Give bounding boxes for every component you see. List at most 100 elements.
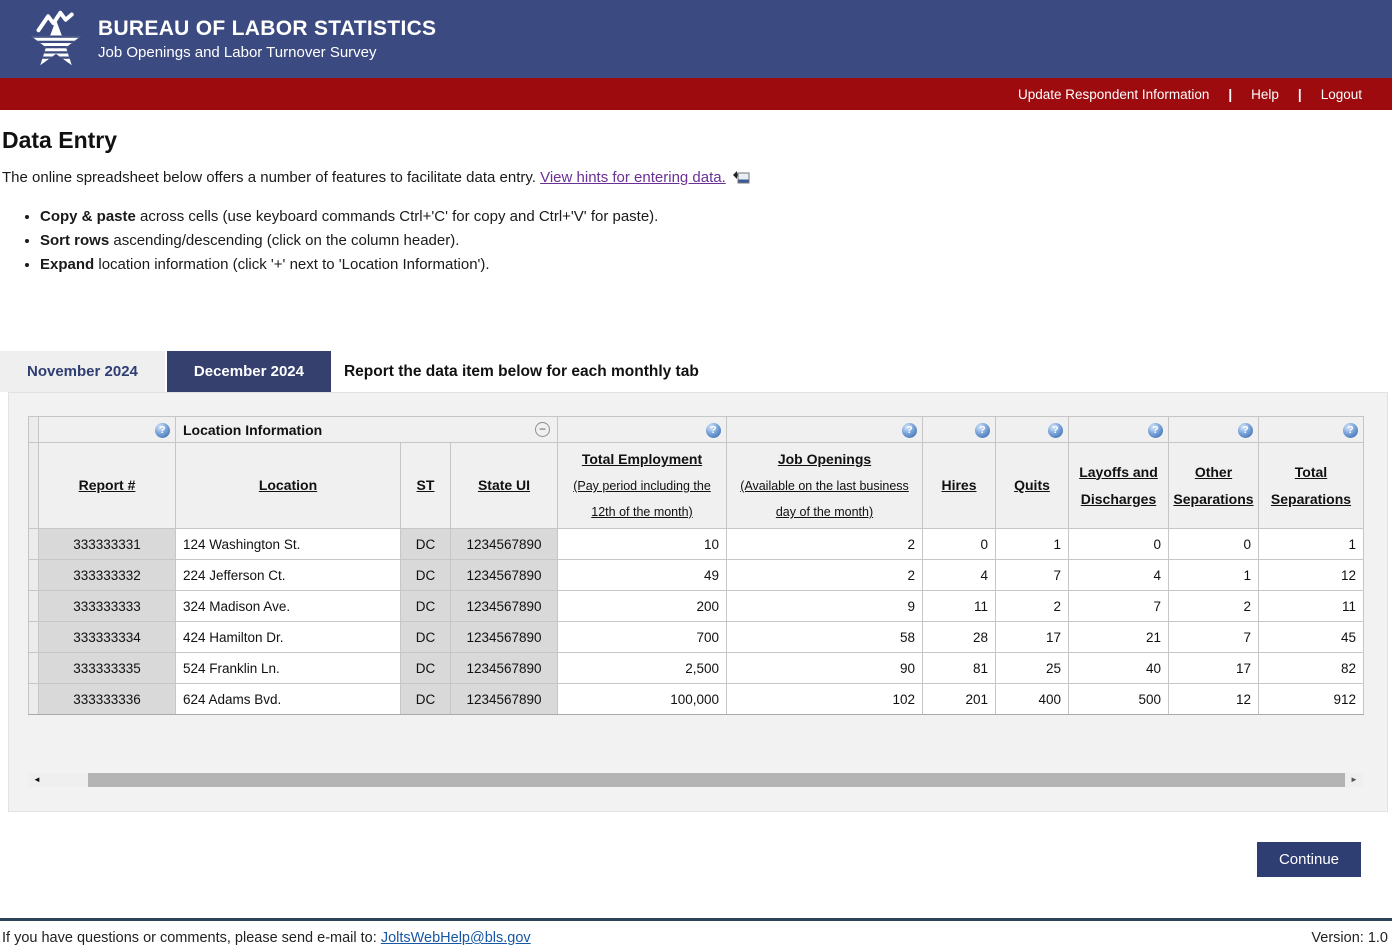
sort-st[interactable]: ST — [417, 477, 435, 493]
feature-sort-rows: Sort rows ascending/descending (click on… — [40, 231, 1392, 250]
jolts-webhelp-email-link[interactable]: JoltsWebHelp@bls.gov — [381, 930, 531, 946]
sort-layoffs-discharges[interactable]: Layoffs and Discharges — [1079, 464, 1158, 507]
column-header-st: ST — [401, 443, 451, 529]
hires-cell[interactable]: 0 — [923, 529, 996, 560]
tab-november-2024[interactable]: November 2024 — [0, 351, 165, 392]
total-employment-cell[interactable]: 49 — [558, 560, 727, 591]
job-openings-cell[interactable]: 102 — [727, 684, 923, 715]
quits-cell[interactable]: 17 — [996, 622, 1069, 653]
quits-cell[interactable]: 25 — [996, 653, 1069, 684]
new-window-icon — [732, 170, 750, 184]
nav-divider: | — [1228, 87, 1232, 102]
other-separations-cell[interactable]: 1 — [1169, 560, 1259, 591]
help-icon[interactable]: ? — [155, 423, 170, 438]
total-employment-cell[interactable]: 100,000 — [558, 684, 727, 715]
tab-december-2024[interactable]: December 2024 — [167, 351, 331, 392]
nav-logout-link[interactable]: Logout — [1321, 87, 1362, 102]
continue-button[interactable]: Continue — [1257, 842, 1361, 877]
other-separations-cell[interactable]: 0 — [1169, 529, 1259, 560]
scrollbar-track[interactable] — [46, 773, 88, 787]
sort-total-separations[interactable]: Total Separations — [1271, 464, 1351, 507]
layoffs-discharges-cell[interactable]: 4 — [1069, 560, 1169, 591]
scroll-right-arrow-icon[interactable]: ► — [1345, 773, 1363, 787]
other-separations-cell[interactable]: 7 — [1169, 622, 1259, 653]
sort-report-number[interactable]: Report # — [79, 477, 136, 493]
job-openings-cell[interactable]: 9 — [727, 591, 923, 622]
table-row: 333333332 224 Jefferson Ct. DC 123456789… — [29, 560, 1364, 591]
other-separations-cell[interactable]: 12 — [1169, 684, 1259, 715]
total-separations-cell[interactable]: 82 — [1259, 653, 1364, 684]
row-handle — [29, 622, 39, 653]
state-ui-cell: 1234567890 — [451, 591, 558, 622]
quits-cell[interactable]: 2 — [996, 591, 1069, 622]
collapse-location-icon[interactable]: − — [535, 422, 550, 437]
other-separations-cell[interactable]: 17 — [1169, 653, 1259, 684]
bls-star-logo-icon — [28, 8, 84, 70]
nav-help-link[interactable]: Help — [1251, 87, 1279, 102]
layoffs-discharges-cell[interactable]: 0 — [1069, 529, 1169, 560]
layoffs-discharges-cell[interactable]: 7 — [1069, 591, 1169, 622]
total-separations-cell[interactable]: 11 — [1259, 591, 1364, 622]
sort-hires[interactable]: Hires — [941, 477, 976, 493]
column-header-state-ui: State UI — [451, 443, 558, 529]
report-number-cell: 333333335 — [39, 653, 176, 684]
total-employment-cell[interactable]: 200 — [558, 591, 727, 622]
help-icon[interactable]: ? — [706, 423, 721, 438]
sort-total-employment[interactable]: Total Employment — [582, 451, 702, 467]
quits-help-cell: ? — [996, 417, 1069, 443]
location-cell: 124 Washington St. — [176, 529, 401, 560]
layoffs-discharges-cell[interactable]: 500 — [1069, 684, 1169, 715]
total-separations-cell[interactable]: 45 — [1259, 622, 1364, 653]
st-cell: DC — [401, 529, 451, 560]
st-cell: DC — [401, 684, 451, 715]
hires-cell[interactable]: 81 — [923, 653, 996, 684]
job-openings-cell[interactable]: 2 — [727, 560, 923, 591]
version-label: Version: 1.0 — [1311, 930, 1388, 946]
sort-quits[interactable]: Quits — [1014, 477, 1050, 493]
state-ui-cell: 1234567890 — [451, 529, 558, 560]
scrollbar-thumb[interactable] — [88, 773, 1345, 787]
location-cell: 424 Hamilton Dr. — [176, 622, 401, 653]
help-icon[interactable]: ? — [1148, 423, 1163, 438]
help-icon[interactable]: ? — [1238, 423, 1253, 438]
nav-update-respondent-link[interactable]: Update Respondent Information — [1018, 87, 1209, 102]
other-separations-cell[interactable]: 2 — [1169, 591, 1259, 622]
help-icon[interactable]: ? — [1343, 423, 1358, 438]
column-header-quits: Quits — [996, 443, 1069, 529]
quits-cell[interactable]: 1 — [996, 529, 1069, 560]
total-separations-cell[interactable]: 1 — [1259, 529, 1364, 560]
help-icon[interactable]: ? — [1048, 423, 1063, 438]
layoffs-discharges-cell[interactable]: 21 — [1069, 622, 1169, 653]
total-separations-cell[interactable]: 12 — [1259, 560, 1364, 591]
table-row: 333333336 624 Adams Bvd. DC 1234567890 1… — [29, 684, 1364, 715]
sort-other-separations[interactable]: Other Separations — [1173, 464, 1253, 507]
total-employment-cell[interactable]: 700 — [558, 622, 727, 653]
view-hints-link[interactable]: View hints for entering data. — [540, 169, 726, 186]
quits-cell[interactable]: 400 — [996, 684, 1069, 715]
job-openings-cell[interactable]: 90 — [727, 653, 923, 684]
hires-cell[interactable]: 28 — [923, 622, 996, 653]
sort-state-ui[interactable]: State UI — [478, 477, 530, 493]
st-cell: DC — [401, 653, 451, 684]
total-separations-cell[interactable]: 912 — [1259, 684, 1364, 715]
scroll-left-arrow-icon[interactable]: ◄ — [28, 773, 46, 787]
sort-job-openings[interactable]: Job Openings — [778, 451, 871, 467]
hires-cell[interactable]: 11 — [923, 591, 996, 622]
help-icon[interactable]: ? — [975, 423, 990, 438]
help-icon[interactable]: ? — [902, 423, 917, 438]
job-openings-cell[interactable]: 2 — [727, 529, 923, 560]
sort-location[interactable]: Location — [259, 477, 317, 493]
hires-cell[interactable]: 201 — [923, 684, 996, 715]
table-row: 333333331 124 Washington St. DC 12345678… — [29, 529, 1364, 560]
hires-cell[interactable]: 4 — [923, 560, 996, 591]
tab-instruction: Report the data item below for each mont… — [344, 363, 699, 381]
location-information-label: Location Information — [183, 422, 322, 438]
job-openings-cell[interactable]: 58 — [727, 622, 923, 653]
state-ui-cell: 1234567890 — [451, 653, 558, 684]
total-employment-cell[interactable]: 2,500 — [558, 653, 727, 684]
total-employment-cell[interactable]: 10 — [558, 529, 727, 560]
row-handle — [29, 560, 39, 591]
layoffs-discharges-cell[interactable]: 40 — [1069, 653, 1169, 684]
quits-cell[interactable]: 7 — [996, 560, 1069, 591]
horizontal-scrollbar[interactable]: ◄ ► — [28, 773, 1363, 787]
